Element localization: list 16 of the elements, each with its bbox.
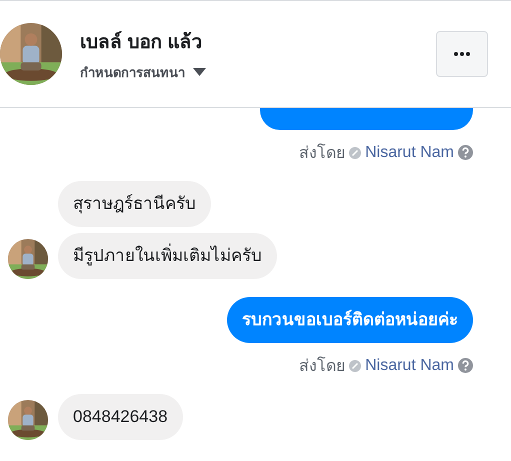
- help-icon[interactable]: [458, 358, 473, 373]
- status-icon: [349, 360, 362, 372]
- help-icon[interactable]: [458, 145, 473, 160]
- sender-link[interactable]: Nisarut Nam: [365, 144, 454, 162]
- sent-by-label: ส่งโดย: [299, 142, 346, 164]
- more-icon: [454, 52, 470, 56]
- message-bubble: 0848426438: [58, 394, 183, 440]
- message-bubble: สุราษฎร์ธานีครับ: [58, 181, 211, 227]
- contact-name: เบลล์ บอก แล้ว: [80, 30, 204, 54]
- sent-by-label: ส่งโดย: [299, 356, 346, 377]
- sender-link[interactable]: Nisarut Nam: [365, 356, 454, 374]
- caret-icon[interactable]: [193, 68, 206, 76]
- conversation-settings-link[interactable]: กำหนดการสนทนา: [80, 62, 185, 82]
- message-bubble: มีรูปภายในเพิ่มเติมไม่ครับ: [58, 233, 277, 279]
- status-icon: [349, 146, 362, 158]
- message-bubble: รบกวนขอเบอร์ติดต่อหน่อยค่ะ: [227, 297, 473, 343]
